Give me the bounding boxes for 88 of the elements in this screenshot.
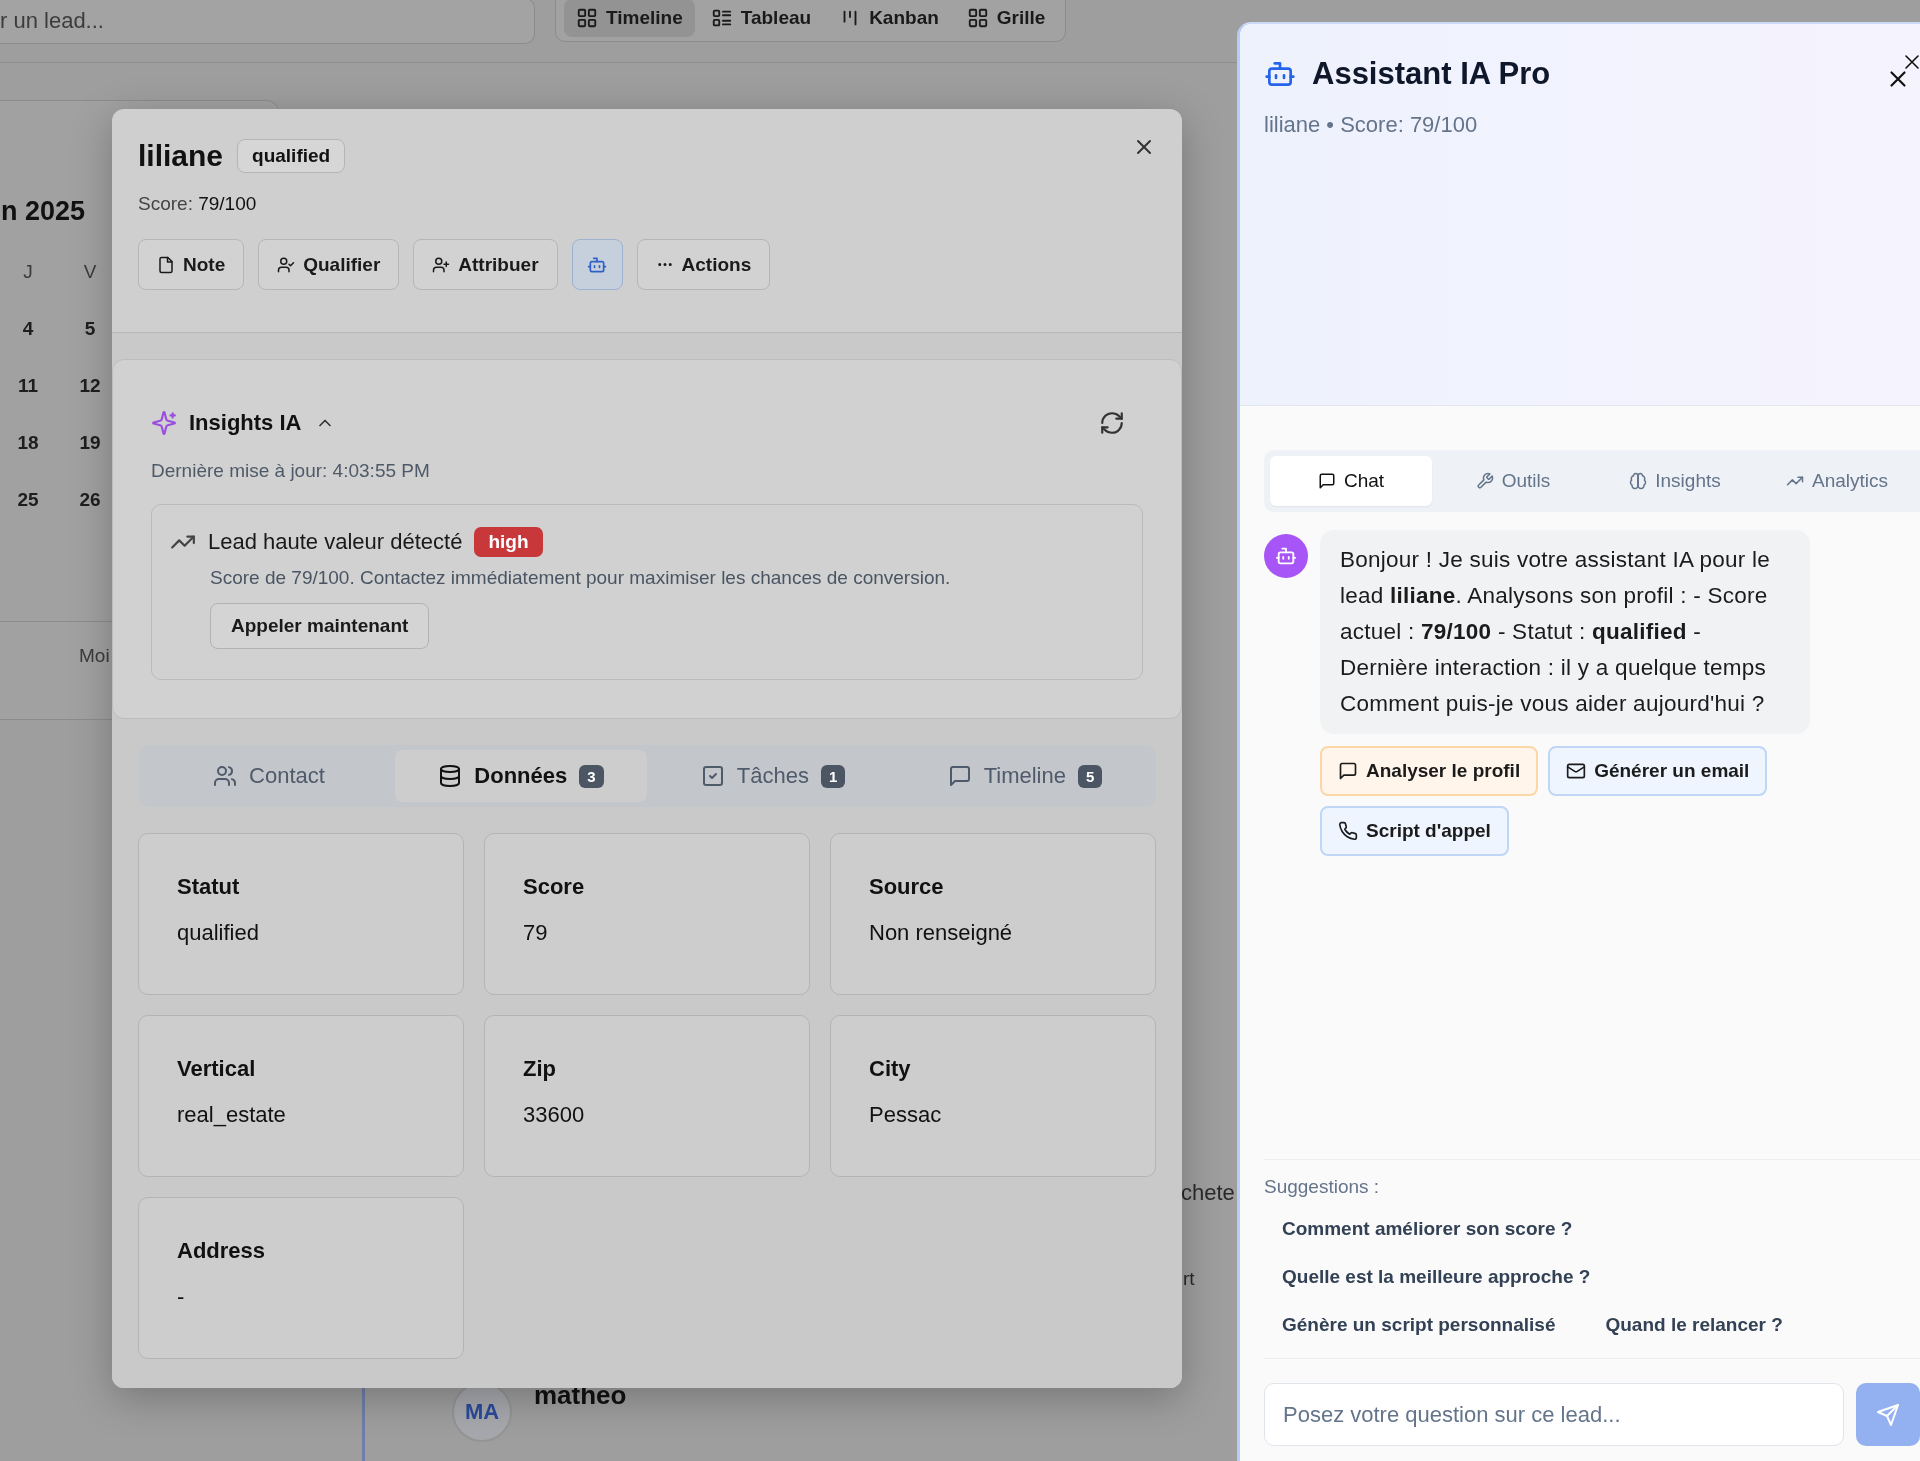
calendar-day[interactable]: 25 [0,489,59,511]
priority-badge: high [474,527,543,557]
field-value: 33600 [523,1102,586,1128]
user-plus-icon [432,255,451,274]
view-tab[interactable]: Kanban [827,0,951,37]
assistant-button[interactable] [571,239,623,290]
last-updated-text: Dernière mise à jour: 4:03:55 PM [151,460,431,482]
call-button[interactable]: Appeler maintenant [210,603,430,649]
checkbox-icon [700,764,725,788]
calendar-footer-text: Moi [79,645,110,666]
search-field[interactable]: r un lead... [0,0,535,44]
chat-bubble-icon [1338,761,1358,781]
refresh-icon [1099,410,1125,436]
question-field[interactable]: Posez votre question sur ce lead... [1264,1383,1844,1446]
quick-action-button[interactable]: Générer un email [1548,746,1768,796]
mail-icon [1566,761,1587,781]
suggestion-button[interactable]: Comment améliorer son score ? [1264,1206,1591,1252]
field-label: Score [523,874,586,900]
field-label: Zip [523,1056,557,1082]
sparkles-icon [151,410,177,436]
phone-icon [1338,821,1358,841]
panel-subtitle: liliane • Score: 79/100 [1264,112,1479,138]
weekday-label: J [22,261,34,283]
field-value: Non renseigné [869,920,1014,946]
view-tab[interactable]: Grille [954,0,1058,37]
count-badge: 1 [820,764,846,788]
field-value: 79 [523,920,549,946]
field-label: Address [177,1238,267,1264]
wrench-icon [1475,472,1494,490]
calendar-day[interactable]: 18 [0,432,59,454]
quick-action-button[interactable]: Analyser le profil [1320,746,1539,796]
field-label: Vertical [177,1056,257,1082]
brain-icon [1629,472,1648,490]
action-button[interactable]: Attribuer [413,239,558,290]
field-value: qualified [177,920,260,946]
ellipsis-icon [655,263,674,266]
tab[interactable]: Insights [1594,456,1756,506]
action-button[interactable]: Note [138,239,245,290]
grid-icon [966,7,989,29]
chat-message: Bonjour ! Je suis votre assistant IA pour le lead liliane. Analysons son profil : - Score actuel : 79/100 - Statut : qualified - Dernière interaction : il y a quelque temps Comment puis-je vous aider aujourd'hui ? [1320,530,1810,734]
chat-bubble-icon [947,764,972,788]
grid-icon [576,7,598,29]
users-icon [213,764,238,788]
suggestion-button[interactable]: Génère un script personnalisé [1264,1302,1574,1348]
view-tab[interactable]: Timeline [564,0,695,37]
field-label: Statut [177,874,241,900]
lead-name: liliane [138,139,224,173]
view-tab[interactable]: Tableau [698,0,824,37]
list-icon [710,7,733,29]
tab[interactable]: Tâches 1 [647,750,899,802]
calendar-day[interactable]: 4 [0,318,59,340]
tab[interactable]: Analytics [1756,456,1918,506]
insights-title: Insights IA [189,410,302,436]
action-button[interactable]: Actions [636,239,771,290]
suggestion-button[interactable]: Quand le relancer ? [1587,1302,1801,1348]
insight-title: Lead haute valeur détecté [208,529,463,555]
quick-action-button[interactable]: Script d'appel [1320,806,1509,856]
tab[interactable]: Outils [1432,456,1594,506]
field-value: real_estate [177,1102,287,1128]
field-label: City [869,1056,912,1082]
partial-text: chete [1181,1180,1235,1206]
tab[interactable]: Contact [143,750,395,802]
robot-icon [1275,545,1297,567]
count-badge: 5 [1078,764,1103,788]
suggestions-label: Suggestions : [1264,1176,1381,1198]
send-icon [1876,1402,1900,1427]
count-badge: 3 [579,764,604,788]
tab[interactable]: Chat [1270,456,1432,506]
chat-bubble-icon [1317,472,1336,490]
database-icon [438,764,463,788]
score-text: Score: 79/100 [138,193,258,215]
calendar-day[interactable]: 11 [0,375,59,397]
calendar-title: n 2025 [1,196,86,227]
partial-text: rt [1183,1268,1195,1290]
field-label: Source [869,874,945,900]
status-badge: qualified [237,139,346,173]
tab[interactable]: Données 3 [395,750,647,802]
field-value: - [177,1284,186,1310]
tab[interactable]: Timeline 5 [899,750,1151,802]
weekday-label: V [82,261,98,283]
suggestion-button[interactable]: Quelle est la meilleure approche ? [1264,1254,1609,1300]
action-button[interactable]: Qualifier [258,239,400,290]
insight-description: Score de 79/100. Contactez immédiatement pour maximiser les chances de conversion. [210,567,952,589]
panel-title: Assistant IA Pro [1312,56,1551,92]
field-value: Pessac [869,1102,943,1128]
lead-name: matheo [534,1380,627,1411]
user-check-icon [277,255,296,274]
document-icon [157,255,175,274]
